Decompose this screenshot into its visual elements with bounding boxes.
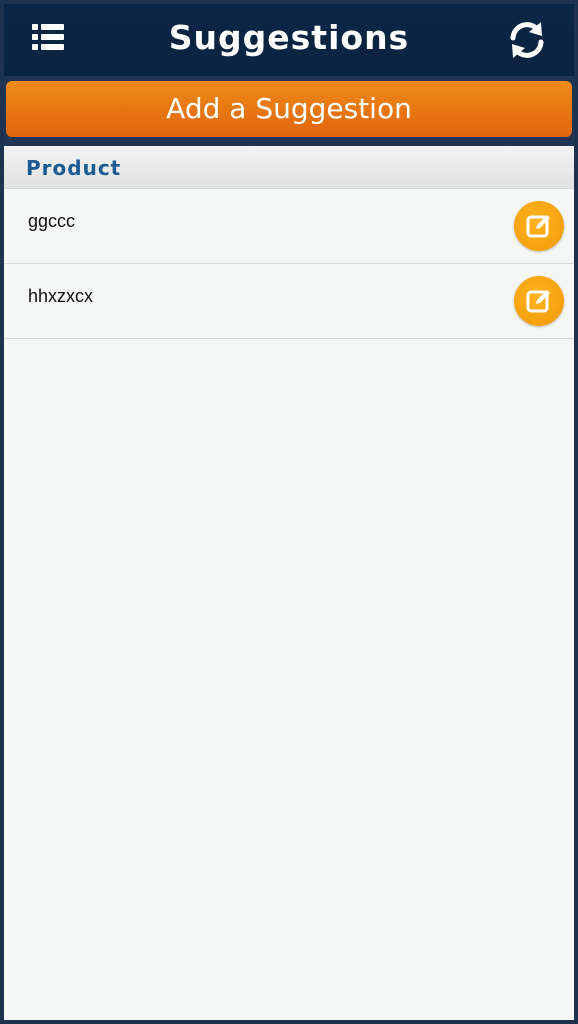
app-frame: Suggestions Add a Suggestion Product ggc… <box>0 0 578 1024</box>
add-suggestion-button[interactable]: Add a Suggestion <box>6 81 572 137</box>
refresh-icon <box>510 22 544 58</box>
edit-button[interactable] <box>514 201 564 251</box>
refresh-button[interactable] <box>504 17 550 63</box>
suggestions-list: Product ggccc hhxzxcx <box>4 146 574 1020</box>
page-title: Suggestions <box>168 18 410 57</box>
list-item[interactable]: hhxzxcx <box>4 264 574 339</box>
edit-button[interactable] <box>514 276 564 326</box>
list-item-label: ggccc <box>28 211 76 231</box>
list-item[interactable]: ggccc <box>4 189 574 264</box>
edit-icon <box>526 215 550 238</box>
section-header-product: Product <box>4 146 574 189</box>
top-app-bar: Suggestions <box>4 4 574 76</box>
list-item-label: hhxzxcx <box>28 286 94 306</box>
edit-icon <box>526 290 550 313</box>
